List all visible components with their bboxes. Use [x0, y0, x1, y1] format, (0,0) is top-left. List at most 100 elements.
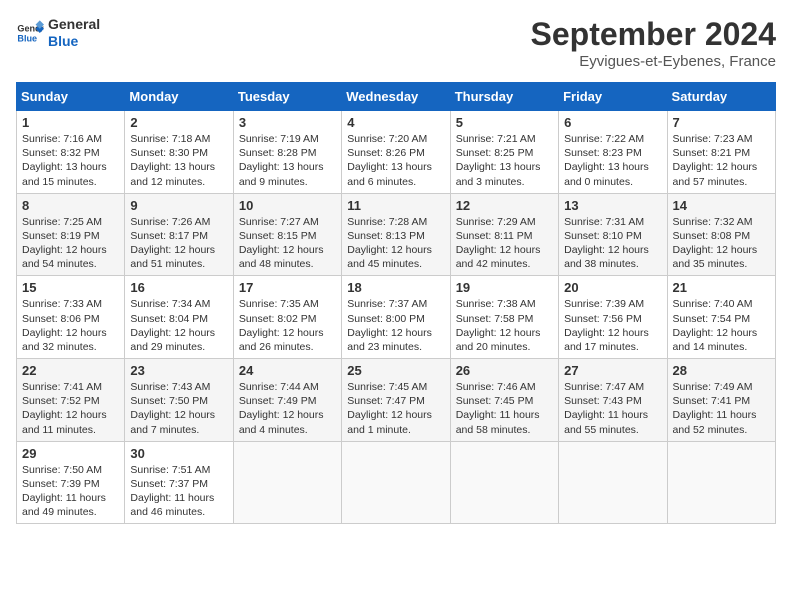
- day-number: 26: [456, 363, 553, 378]
- day-content: Sunrise: 7:40 AM: [673, 297, 770, 311]
- calendar-cell: 29Sunrise: 7:50 AMSunset: 7:39 PMDayligh…: [17, 441, 125, 524]
- day-number: 2: [130, 115, 227, 130]
- logo-blue: Blue: [48, 33, 100, 50]
- day-content: Sunrise: 7:19 AM: [239, 132, 336, 146]
- calendar-week-row: 8Sunrise: 7:25 AMSunset: 8:19 PMDaylight…: [17, 193, 776, 276]
- calendar-cell: 9Sunrise: 7:26 AMSunset: 8:17 PMDaylight…: [125, 193, 233, 276]
- day-number: 1: [22, 115, 119, 130]
- calendar-cell: 27Sunrise: 7:47 AMSunset: 7:43 PMDayligh…: [559, 359, 667, 442]
- day-content: Sunset: 8:08 PM: [673, 229, 770, 243]
- day-content: Sunrise: 7:35 AM: [239, 297, 336, 311]
- day-content: Sunrise: 7:46 AM: [456, 380, 553, 394]
- day-number: 12: [456, 198, 553, 213]
- logo-general: General: [48, 16, 100, 33]
- day-content: Daylight: 13 hours: [456, 160, 553, 174]
- day-content: Daylight: 12 hours: [673, 243, 770, 257]
- day-content: Sunrise: 7:38 AM: [456, 297, 553, 311]
- day-content: and 29 minutes.: [130, 340, 227, 354]
- day-content: Daylight: 11 hours: [456, 408, 553, 422]
- day-content: Daylight: 11 hours: [22, 491, 119, 505]
- day-number: 21: [673, 280, 770, 295]
- day-content: Sunset: 8:25 PM: [456, 146, 553, 160]
- day-content: Daylight: 11 hours: [564, 408, 661, 422]
- day-content: Daylight: 13 hours: [347, 160, 444, 174]
- day-number: 16: [130, 280, 227, 295]
- calendar-cell: 7Sunrise: 7:23 AMSunset: 8:21 PMDaylight…: [667, 111, 775, 194]
- calendar-cell: 19Sunrise: 7:38 AMSunset: 7:58 PMDayligh…: [450, 276, 558, 359]
- title-area: September 2024 Eyvigues-et-Eybenes, Fran…: [531, 16, 776, 70]
- day-content: Sunset: 7:39 PM: [22, 477, 119, 491]
- day-content: and 9 minutes.: [239, 175, 336, 189]
- day-content: Sunset: 7:41 PM: [673, 394, 770, 408]
- day-content: Sunrise: 7:50 AM: [22, 463, 119, 477]
- day-content: and 14 minutes.: [673, 340, 770, 354]
- day-content: Sunset: 8:30 PM: [130, 146, 227, 160]
- day-content: Daylight: 12 hours: [239, 326, 336, 340]
- day-content: and 35 minutes.: [673, 257, 770, 271]
- day-content: Sunrise: 7:41 AM: [22, 380, 119, 394]
- weekday-header: Wednesday: [342, 83, 450, 111]
- day-content: and 58 minutes.: [456, 423, 553, 437]
- weekday-header: Monday: [125, 83, 233, 111]
- day-content: Daylight: 12 hours: [239, 408, 336, 422]
- day-content: Sunrise: 7:20 AM: [347, 132, 444, 146]
- day-content: Sunrise: 7:33 AM: [22, 297, 119, 311]
- weekday-header: Sunday: [17, 83, 125, 111]
- day-content: Daylight: 12 hours: [347, 326, 444, 340]
- day-content: and 48 minutes.: [239, 257, 336, 271]
- day-content: and 7 minutes.: [130, 423, 227, 437]
- day-content: Sunset: 7:49 PM: [239, 394, 336, 408]
- day-content: Sunset: 7:50 PM: [130, 394, 227, 408]
- day-content: Sunrise: 7:43 AM: [130, 380, 227, 394]
- weekday-header: Friday: [559, 83, 667, 111]
- day-content: Sunrise: 7:16 AM: [22, 132, 119, 146]
- day-content: Sunrise: 7:34 AM: [130, 297, 227, 311]
- day-content: and 15 minutes.: [22, 175, 119, 189]
- logo: General Blue General Blue: [16, 16, 100, 50]
- day-content: Daylight: 11 hours: [673, 408, 770, 422]
- day-number: 20: [564, 280, 661, 295]
- day-content: Daylight: 11 hours: [130, 491, 227, 505]
- day-content: Daylight: 12 hours: [130, 326, 227, 340]
- day-number: 24: [239, 363, 336, 378]
- day-content: Sunrise: 7:22 AM: [564, 132, 661, 146]
- day-content: Sunset: 8:13 PM: [347, 229, 444, 243]
- day-content: Daylight: 12 hours: [564, 326, 661, 340]
- day-content: Daylight: 12 hours: [456, 326, 553, 340]
- calendar-cell: 25Sunrise: 7:45 AMSunset: 7:47 PMDayligh…: [342, 359, 450, 442]
- calendar-cell: 23 Sunrise: 7:43 AMSunset: 7:50 PMDayligh…: [125, 359, 233, 442]
- day-content: Sunrise: 7:26 AM: [130, 215, 227, 229]
- day-content: Sunset: 7:58 PM: [456, 312, 553, 326]
- day-content: Daylight: 12 hours: [673, 160, 770, 174]
- calendar-cell: 3Sunrise: 7:19 AMSunset: 8:28 PMDaylight…: [233, 111, 341, 194]
- day-content: Sunset: 7:37 PM: [130, 477, 227, 491]
- day-number: 7: [673, 115, 770, 130]
- day-content: Sunset: 8:32 PM: [22, 146, 119, 160]
- day-content: Sunrise: 7:47 AM: [564, 380, 661, 394]
- day-content: and 23 minutes.: [347, 340, 444, 354]
- logo-icon: General Blue: [16, 19, 44, 47]
- day-content: and 11 minutes.: [22, 423, 119, 437]
- calendar-cell: 20Sunrise: 7:39 AMSunset: 7:56 PMDayligh…: [559, 276, 667, 359]
- day-content: and 42 minutes.: [456, 257, 553, 271]
- calendar-cell: 28Sunrise: 7:49 AMSunset: 7:41 PMDayligh…: [667, 359, 775, 442]
- day-content: Sunrise: 7:27 AM: [239, 215, 336, 229]
- day-content: Sunset: 8:11 PM: [456, 229, 553, 243]
- day-number: 18: [347, 280, 444, 295]
- day-content: Sunrise: 7:39 AM: [564, 297, 661, 311]
- day-content: and 32 minutes.: [22, 340, 119, 354]
- day-content: and 49 minutes.: [22, 505, 119, 519]
- day-number: 10: [239, 198, 336, 213]
- day-number: 23: [130, 363, 227, 378]
- day-content: Daylight: 12 hours: [22, 408, 119, 422]
- day-content: Sunset: 8:02 PM: [239, 312, 336, 326]
- day-number: 30: [130, 446, 227, 461]
- day-content: and 46 minutes.: [130, 505, 227, 519]
- day-content: Sunset: 7:54 PM: [673, 312, 770, 326]
- day-content: Sunrise: 7:18 AM: [130, 132, 227, 146]
- svg-text:Blue: Blue: [17, 33, 37, 43]
- day-content: Sunrise: 7:51 AM: [130, 463, 227, 477]
- day-content: Daylight: 12 hours: [130, 408, 227, 422]
- day-content: Sunset: 8:19 PM: [22, 229, 119, 243]
- day-content: Daylight: 13 hours: [239, 160, 336, 174]
